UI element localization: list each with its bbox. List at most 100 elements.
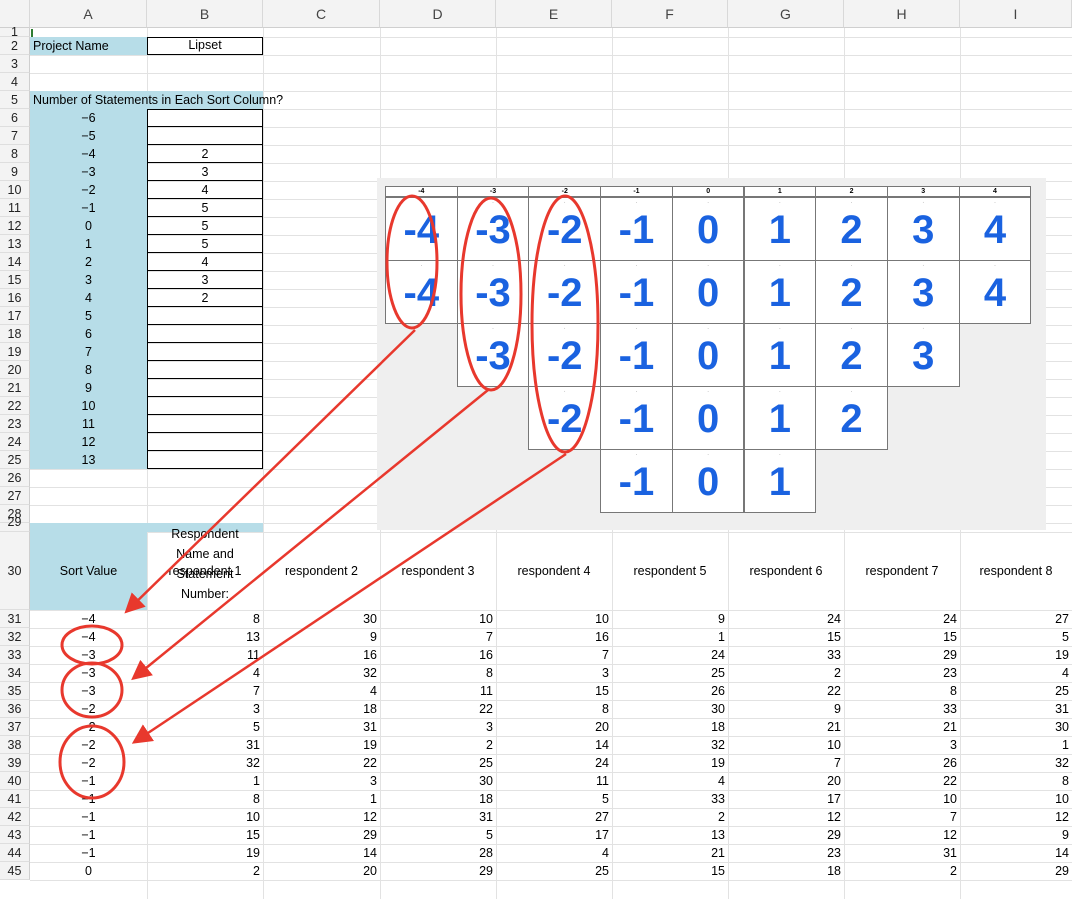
row-header-15[interactable]: 15: [0, 271, 30, 289]
statement-number-cell[interactable]: 18: [728, 862, 844, 880]
statement-number-cell[interactable]: 8: [147, 610, 263, 628]
respondent-column-header[interactable]: respondent 4: [496, 532, 612, 610]
sort-value-cell[interactable]: 0: [30, 862, 147, 880]
row-header-26[interactable]: 26: [0, 469, 30, 487]
row-header-10[interactable]: 10: [0, 181, 30, 199]
row-header-16[interactable]: 16: [0, 289, 30, 307]
statement-number-cell[interactable]: 10: [147, 808, 263, 826]
statement-count-cell[interactable]: [147, 433, 263, 451]
column-header-F[interactable]: F: [612, 0, 728, 28]
statement-number-cell[interactable]: 31: [147, 736, 263, 754]
respondent-column-header[interactable]: respondent 5: [612, 532, 728, 610]
row-header-13[interactable]: 13: [0, 235, 30, 253]
statement-number-cell[interactable]: 7: [496, 646, 612, 664]
statement-count-cell[interactable]: 5: [147, 199, 263, 217]
statement-count-cell[interactable]: [147, 379, 263, 397]
row-header-25[interactable]: 25: [0, 451, 30, 469]
respondent-column-header[interactable]: respondent 1: [147, 532, 263, 610]
statement-number-cell[interactable]: 19: [960, 646, 1072, 664]
statement-number-cell[interactable]: 7: [380, 628, 496, 646]
statement-number-cell[interactable]: 26: [844, 754, 960, 772]
row-header-45[interactable]: 45: [0, 862, 30, 880]
statement-number-cell[interactable]: 17: [728, 790, 844, 808]
statement-number-cell[interactable]: 32: [147, 754, 263, 772]
row-header-9[interactable]: 9: [0, 163, 30, 181]
sort-value-cell[interactable]: −2: [30, 718, 147, 736]
statement-number-cell[interactable]: 1: [612, 628, 728, 646]
row-header-8[interactable]: 8: [0, 145, 30, 163]
statement-number-cell[interactable]: 19: [263, 736, 380, 754]
statement-number-cell[interactable]: 33: [844, 700, 960, 718]
row-header-34[interactable]: 34: [0, 664, 30, 682]
statement-number-cell[interactable]: 8: [496, 700, 612, 718]
row-header-42[interactable]: 42: [0, 808, 30, 826]
statement-number-cell[interactable]: 18: [612, 718, 728, 736]
statement-count-cell[interactable]: [147, 127, 263, 145]
statement-number-cell[interactable]: 22: [263, 754, 380, 772]
statement-number-cell[interactable]: 8: [844, 682, 960, 700]
statement-number-cell[interactable]: 22: [844, 772, 960, 790]
statement-number-cell[interactable]: 16: [496, 628, 612, 646]
row-header-44[interactable]: 44: [0, 844, 30, 862]
sort-value-cell[interactable]: −3: [30, 682, 147, 700]
active-cell-a1[interactable]: [31, 29, 33, 37]
statement-number-cell[interactable]: 11: [380, 682, 496, 700]
statement-count-cell[interactable]: [147, 325, 263, 343]
statement-number-cell[interactable]: 12: [728, 808, 844, 826]
row-header-41[interactable]: 41: [0, 790, 30, 808]
statement-number-cell[interactable]: 2: [728, 664, 844, 682]
row-header-3[interactable]: 3: [0, 55, 30, 73]
statement-number-cell[interactable]: 4: [612, 772, 728, 790]
sort-value-cell[interactable]: −3: [30, 664, 147, 682]
statement-number-cell[interactable]: 22: [728, 682, 844, 700]
statement-number-cell[interactable]: 25: [960, 682, 1072, 700]
statement-number-cell[interactable]: 10: [380, 610, 496, 628]
row-header-37[interactable]: 37: [0, 718, 30, 736]
statement-count-cell[interactable]: [147, 397, 263, 415]
row-header-6[interactable]: 6: [0, 109, 30, 127]
statement-number-cell[interactable]: 18: [380, 790, 496, 808]
statement-number-cell[interactable]: 8: [380, 664, 496, 682]
statement-number-cell[interactable]: 5: [147, 718, 263, 736]
select-all-corner[interactable]: [0, 0, 30, 28]
row-header-17[interactable]: 17: [0, 307, 30, 325]
statement-number-cell[interactable]: 7: [844, 808, 960, 826]
statement-number-cell[interactable]: 15: [147, 826, 263, 844]
row-header-24[interactable]: 24: [0, 433, 30, 451]
respondent-column-header[interactable]: respondent 8: [960, 532, 1072, 610]
column-header-I[interactable]: I: [960, 0, 1072, 28]
statement-number-cell[interactable]: 12: [960, 808, 1072, 826]
statement-number-cell[interactable]: 3: [147, 700, 263, 718]
statement-number-cell[interactable]: 25: [496, 862, 612, 880]
row-header-27[interactable]: 27: [0, 487, 30, 505]
statement-number-cell[interactable]: 23: [728, 844, 844, 862]
statement-count-cell[interactable]: 5: [147, 235, 263, 253]
sort-value-cell[interactable]: −3: [30, 646, 147, 664]
row-header-1[interactable]: 1: [0, 26, 30, 38]
statement-number-cell[interactable]: 29: [263, 826, 380, 844]
statement-number-cell[interactable]: 25: [612, 664, 728, 682]
statement-number-cell[interactable]: 3: [380, 718, 496, 736]
statement-count-cell[interactable]: [147, 361, 263, 379]
statement-number-cell[interactable]: 17: [496, 826, 612, 844]
row-header-18[interactable]: 18: [0, 325, 30, 343]
statement-number-cell[interactable]: 27: [496, 808, 612, 826]
statement-number-cell[interactable]: 21: [844, 718, 960, 736]
statement-number-cell[interactable]: 7: [147, 682, 263, 700]
statement-number-cell[interactable]: 13: [147, 628, 263, 646]
row-header-39[interactable]: 39: [0, 754, 30, 772]
sort-value-cell[interactable]: −1: [30, 826, 147, 844]
statement-number-cell[interactable]: 18: [263, 700, 380, 718]
statement-count-cell[interactable]: 2: [147, 145, 263, 163]
statement-number-cell[interactable]: 26: [612, 682, 728, 700]
sort-value-cell[interactable]: −2: [30, 736, 147, 754]
statement-number-cell[interactable]: 19: [147, 844, 263, 862]
statement-number-cell[interactable]: 30: [960, 718, 1072, 736]
statement-number-cell[interactable]: 30: [263, 610, 380, 628]
statement-number-cell[interactable]: 23: [844, 664, 960, 682]
statement-number-cell[interactable]: 21: [612, 844, 728, 862]
statement-number-cell[interactable]: 15: [728, 628, 844, 646]
respondent-column-header[interactable]: respondent 7: [844, 532, 960, 610]
row-header-33[interactable]: 33: [0, 646, 30, 664]
statement-number-cell[interactable]: 29: [728, 826, 844, 844]
